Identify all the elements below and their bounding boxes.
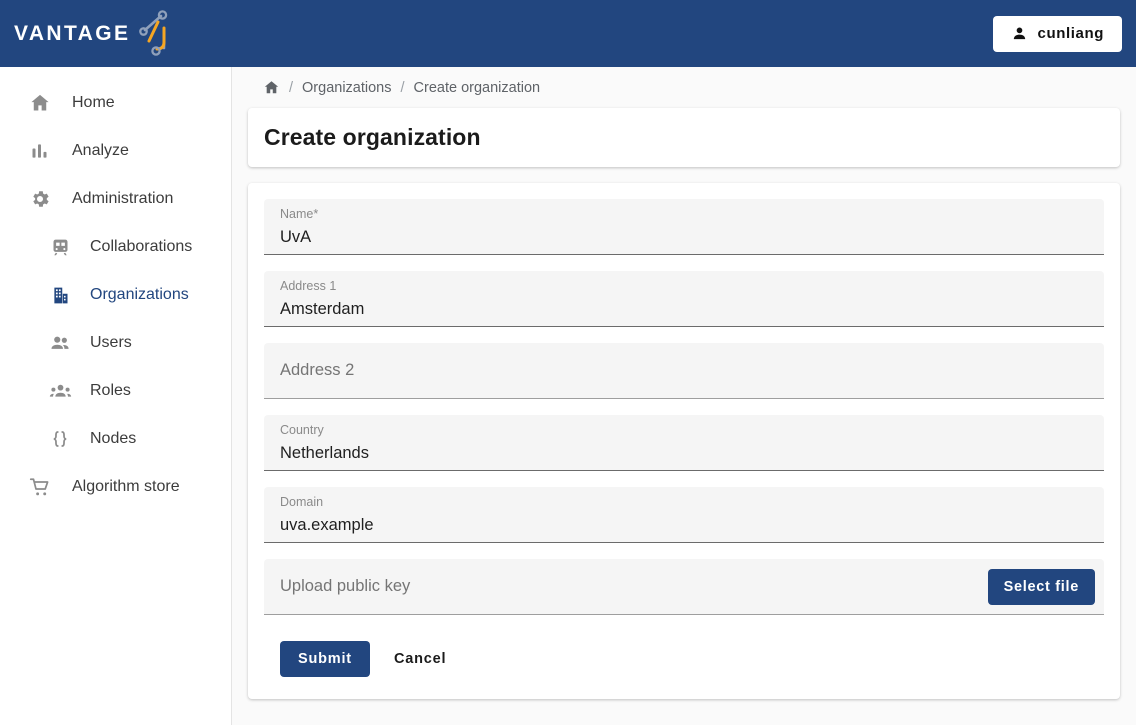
sidebar-item-administration[interactable]: Administration [0, 175, 231, 223]
node-graph-logo-icon [132, 8, 174, 60]
cancel-button[interactable]: Cancel [378, 641, 462, 677]
sidebar-item-label: Home [72, 94, 115, 111]
page-title: Create organization [264, 124, 481, 150]
curly-braces-icon [48, 427, 72, 451]
sidebar-item-users[interactable]: Users [0, 319, 231, 367]
public-key-upload-field[interactable]: Upload public key Select file [264, 559, 1104, 615]
sidebar-item-label: Collaborations [90, 238, 193, 255]
gear-icon [28, 187, 52, 211]
user-menu-button[interactable]: cunliang [992, 15, 1122, 52]
address2-field-placeholder: Address 2 [280, 360, 355, 379]
submit-button[interactable]: Submit [280, 641, 370, 677]
app-root: VANTAGE cunliang Home Analyze Administra… [0, 0, 1136, 725]
sidebar-nav: Home Analyze Administration Collaboratio… [0, 67, 232, 725]
name-field-label: Name* [280, 207, 319, 221]
breadcrumb-item-organizations[interactable]: Organizations [302, 80, 391, 96]
name-field-value: UvA [280, 227, 312, 246]
form-actions: Submit Cancel [264, 641, 1104, 677]
sidebar-item-nodes[interactable]: Nodes [0, 415, 231, 463]
sidebar-item-label: Roles [90, 382, 131, 399]
bar-chart-icon [28, 139, 52, 163]
address1-field-value: Amsterdam [280, 299, 365, 318]
country-field-value: Netherlands [280, 443, 369, 462]
address1-field[interactable]: Address 1 Amsterdam [264, 271, 1104, 327]
sidebar-item-label: Algorithm store [72, 478, 180, 495]
breadcrumb: / Organizations / Create organization [248, 67, 1120, 108]
people-icon [48, 331, 72, 355]
select-file-button[interactable]: Select file [987, 568, 1095, 605]
name-field[interactable]: Name* UvA [264, 199, 1104, 255]
body-split: Home Analyze Administration Collaboratio… [0, 67, 1136, 725]
sidebar-item-roles[interactable]: Roles [0, 367, 231, 415]
sidebar-item-label: Administration [72, 190, 174, 207]
brand-logo[interactable]: VANTAGE [14, 8, 174, 60]
country-field[interactable]: Country Netherlands [264, 415, 1104, 471]
building-icon [48, 283, 72, 307]
sidebar-item-organizations[interactable]: Organizations [0, 271, 231, 319]
tram-icon [48, 235, 72, 259]
domain-field[interactable]: Domain uva.example [264, 487, 1104, 543]
sidebar-item-analyze[interactable]: Analyze [0, 127, 231, 175]
brand-wordmark: VANTAGE [14, 21, 131, 45]
breadcrumb-item-create-organization[interactable]: Create organization [414, 80, 541, 96]
sidebar-item-label: Analyze [72, 142, 129, 159]
home-icon[interactable] [263, 79, 280, 96]
sidebar-item-collaborations[interactable]: Collaborations [0, 223, 231, 271]
sidebar-item-home[interactable]: Home [0, 79, 231, 127]
country-field-label: Country [280, 423, 324, 437]
groups-icon [48, 379, 72, 403]
address1-field-label: Address 1 [280, 279, 337, 293]
top-bar: VANTAGE cunliang [0, 0, 1136, 67]
create-organization-form: Name* UvA Address 1 Amsterdam Address 2 … [248, 183, 1120, 699]
main-content: / Organizations / Create organization Cr… [232, 67, 1136, 725]
sidebar-item-label: Organizations [90, 286, 189, 303]
shopping-cart-icon [28, 475, 52, 499]
home-icon [28, 91, 52, 115]
sidebar-item-label: Users [90, 334, 132, 351]
breadcrumb-separator: / [400, 79, 405, 96]
sidebar-item-label: Nodes [90, 430, 137, 447]
domain-field-value: uva.example [280, 515, 374, 534]
page-title-card: Create organization [248, 108, 1120, 167]
domain-field-label: Domain [280, 495, 324, 509]
public-key-upload-placeholder: Upload public key [280, 576, 411, 595]
address2-field[interactable]: Address 2 [264, 343, 1104, 399]
breadcrumb-separator: / [289, 79, 294, 96]
user-menu-label: cunliang [1037, 25, 1104, 42]
sidebar-item-algorithm-store[interactable]: Algorithm store [0, 463, 231, 511]
person-icon [1011, 25, 1028, 42]
